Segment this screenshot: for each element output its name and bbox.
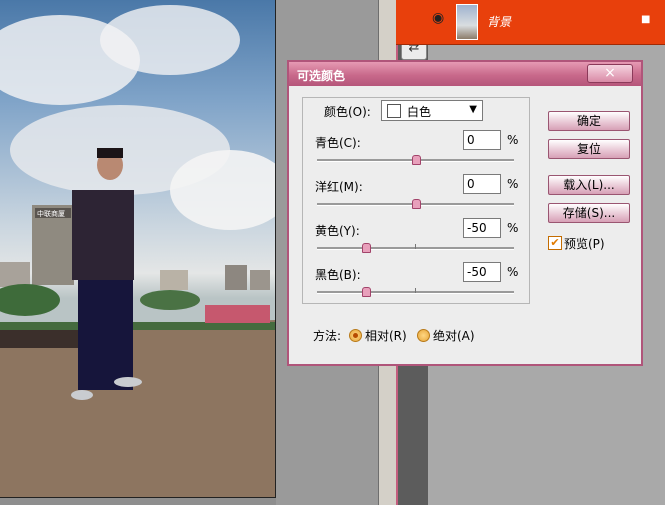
magenta-percent: %	[507, 177, 519, 191]
white-swatch-icon	[387, 104, 401, 118]
colors-select[interactable]: 白色 ▼	[381, 100, 483, 121]
ok-button[interactable]: 确定	[548, 111, 630, 131]
black-input[interactable]: -50	[463, 262, 501, 282]
preview-label: 预览(P)	[564, 237, 605, 251]
save-button[interactable]: 存储(S)...	[548, 203, 630, 223]
magenta-slider-track[interactable]	[317, 199, 514, 209]
yellow-label: 黄色(Y):	[315, 224, 360, 238]
yellow-input[interactable]: -50	[463, 218, 501, 238]
cyan-input[interactable]: 0	[463, 130, 501, 150]
absolute-radio[interactable]	[417, 329, 430, 342]
method-label: 方法:	[313, 329, 342, 343]
cyan-label: 青色(C):	[315, 136, 361, 150]
lock-icon: ■	[641, 14, 651, 25]
dialog-titlebar[interactable]: 可选颜色 ×	[289, 62, 641, 86]
magenta-label: 洋红(M):	[315, 180, 363, 194]
absolute-label: 绝对(A)	[433, 329, 475, 343]
sign-text: 中联商厦	[37, 209, 65, 218]
black-slider-track[interactable]	[317, 287, 514, 297]
photo-illustration: 中联商厦	[0, 5, 275, 497]
checkmark-icon: ✔	[550, 236, 560, 249]
chevron-down-icon: ▼	[469, 104, 477, 115]
cyan-percent: %	[507, 133, 519, 147]
black-percent: %	[507, 265, 519, 279]
black-label: 黑色(B):	[315, 268, 361, 282]
selective-color-dialog: 可选颜色 × 颜色(O): 白色 ▼ 青色(C): 0 % 洋红(M): 0 %…	[287, 60, 643, 366]
image-canvas[interactable]: 中联商厦	[0, 0, 276, 498]
yellow-percent: %	[507, 221, 519, 235]
cyan-slider-thumb[interactable]	[411, 155, 421, 165]
black-slider-thumb[interactable]	[362, 287, 372, 297]
layer-thumbnail	[456, 4, 478, 40]
colors-label: 颜色(O):	[324, 105, 371, 119]
cyan-slider-track[interactable]	[317, 155, 514, 165]
load-button[interactable]: 载入(L)...	[548, 175, 630, 195]
eye-icon[interactable]: ◉	[432, 10, 444, 26]
layer-name: 背景	[487, 15, 512, 29]
reset-button[interactable]: 复位	[548, 139, 630, 159]
yellow-slider-track[interactable]	[317, 243, 514, 253]
magenta-input[interactable]: 0	[463, 174, 501, 194]
magenta-slider-thumb[interactable]	[411, 199, 421, 209]
yellow-slider-thumb[interactable]	[362, 243, 372, 253]
close-button[interactable]: ×	[587, 64, 633, 83]
relative-label: 相对(R)	[365, 329, 407, 343]
close-icon: ×	[604, 65, 616, 81]
colors-select-value: 白色	[407, 105, 432, 119]
preview-checkbox[interactable]: ✔	[548, 236, 562, 250]
relative-radio[interactable]	[349, 329, 362, 342]
dialog-title: 可选颜色	[297, 69, 346, 83]
